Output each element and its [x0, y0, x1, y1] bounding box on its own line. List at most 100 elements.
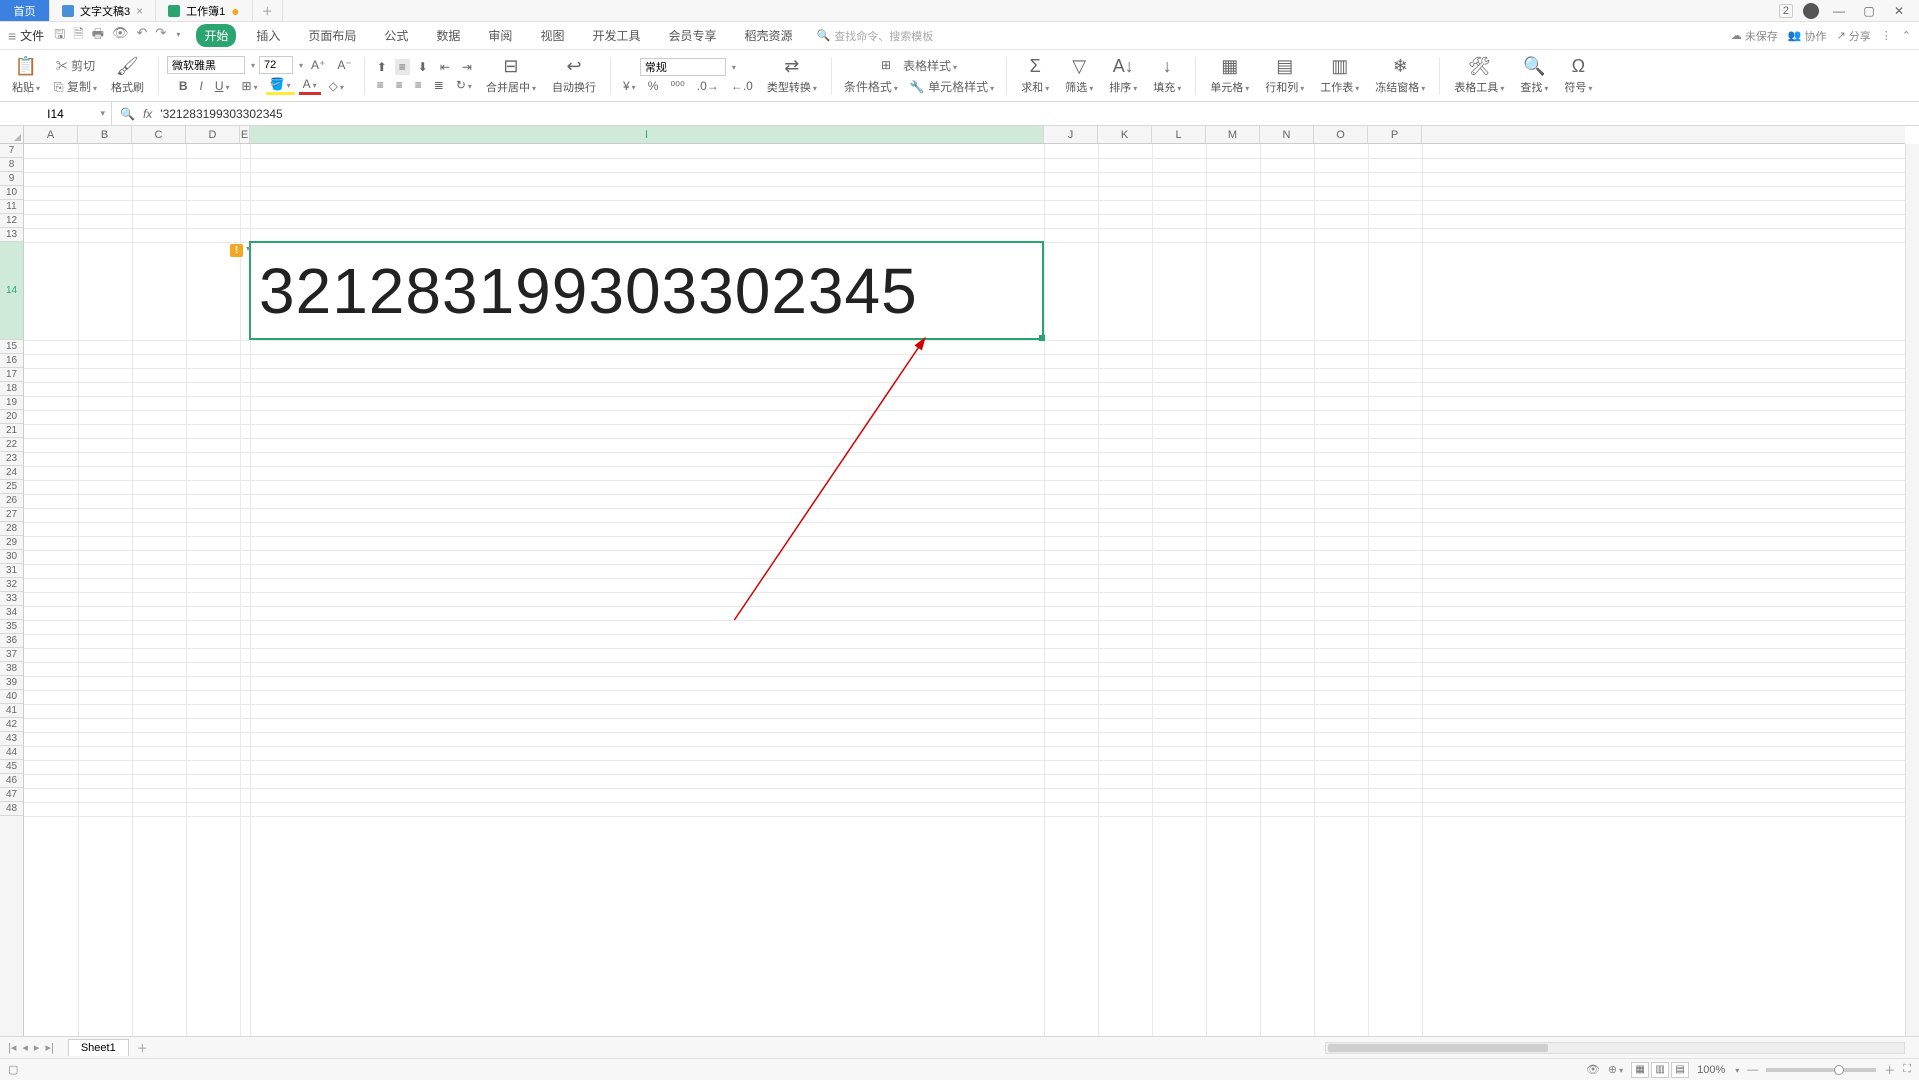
row-header-36[interactable]: 36: [0, 634, 23, 648]
font-name-input[interactable]: [167, 56, 245, 74]
column-header-N[interactable]: N: [1260, 126, 1314, 143]
status-icon[interactable]: ▢: [8, 1063, 18, 1076]
filter-button[interactable]: ▽筛选: [1059, 54, 1099, 97]
cells-area[interactable]: 321283199303302345 ! ▾: [24, 144, 1905, 1036]
decrease-font-icon[interactable]: A⁻: [333, 57, 355, 73]
row-header-40[interactable]: 40: [0, 690, 23, 704]
rowcol-button[interactable]: ▤行和列: [1259, 54, 1310, 97]
tab-insert[interactable]: 插入: [248, 24, 288, 47]
home-tab[interactable]: 首页: [0, 0, 50, 21]
column-header-D[interactable]: D: [186, 126, 240, 143]
border-button[interactable]: ⊞: [238, 78, 262, 94]
close-window-button[interactable]: ✕: [1889, 4, 1909, 18]
zoom-out-button[interactable]: —: [1747, 1064, 1758, 1076]
row-header-13[interactable]: 13: [0, 228, 23, 242]
row-header-14[interactable]: 14: [0, 242, 23, 340]
more-icon[interactable]: ⋮: [1881, 29, 1892, 42]
merge-center-button[interactable]: ⊟合并居中: [480, 54, 542, 97]
row-header-22[interactable]: 22: [0, 438, 23, 452]
row-header-45[interactable]: 45: [0, 760, 23, 774]
align-left-icon[interactable]: ≡: [373, 77, 388, 93]
row-header-28[interactable]: 28: [0, 522, 23, 536]
new-tab-button[interactable]: ＋: [253, 0, 283, 21]
increase-indent-icon[interactable]: ⇥: [458, 59, 476, 75]
row-header-42[interactable]: 42: [0, 718, 23, 732]
zoom-fx-icon[interactable]: 🔍: [120, 107, 135, 121]
column-header-O[interactable]: O: [1314, 126, 1368, 143]
column-header-E[interactable]: E: [240, 126, 250, 143]
cell-button[interactable]: ▦单元格: [1204, 54, 1255, 97]
select-all-corner[interactable]: [0, 126, 24, 144]
tab-view[interactable]: 视图: [532, 24, 572, 47]
zoom-slider-thumb[interactable]: [1834, 1065, 1844, 1075]
selected-cell[interactable]: 321283199303302345: [249, 241, 1044, 340]
row-header-46[interactable]: 46: [0, 774, 23, 788]
column-header-A[interactable]: A: [24, 126, 78, 143]
document-tab-2[interactable]: 工作簿1 ●: [156, 0, 253, 21]
sheet-tab-1[interactable]: Sheet1: [68, 1039, 129, 1056]
zoom-dropdown[interactable]: [1733, 1064, 1739, 1076]
row-header-21[interactable]: 21: [0, 424, 23, 438]
page-layout-view-button[interactable]: ▥: [1651, 1062, 1669, 1078]
row-header-12[interactable]: 12: [0, 214, 23, 228]
formula-input[interactable]: '321283199303302345: [160, 107, 1911, 121]
increase-decimal-icon[interactable]: .0→: [693, 78, 723, 94]
row-header-44[interactable]: 44: [0, 746, 23, 760]
save-as-icon[interactable]: 🗎: [73, 25, 83, 47]
font-name-dropdown[interactable]: [249, 59, 255, 71]
row-headers[interactable]: 7891011121314151617181920212223242526272…: [0, 144, 24, 1036]
name-box[interactable]: I14 ▾: [0, 102, 112, 125]
zoom-slider[interactable]: [1766, 1068, 1876, 1072]
worksheet-button[interactable]: ▥工作表: [1314, 54, 1365, 97]
row-header-24[interactable]: 24: [0, 466, 23, 480]
symbol-button[interactable]: Ω符号: [1558, 54, 1598, 97]
font-size-dropdown[interactable]: [297, 59, 303, 71]
justify-icon[interactable]: ≣: [430, 77, 448, 93]
row-header-20[interactable]: 20: [0, 410, 23, 424]
type-convert-button[interactable]: ⇄类型转换: [761, 54, 823, 97]
number-format-select[interactable]: [640, 58, 726, 76]
row-header-43[interactable]: 43: [0, 732, 23, 746]
redo-icon[interactable]: ↷: [155, 25, 166, 47]
save-icon[interactable]: 🖫: [54, 25, 65, 47]
prev-sheet-icon[interactable]: ◂: [22, 1041, 28, 1054]
row-header-9[interactable]: 9: [0, 172, 23, 186]
row-header-41[interactable]: 41: [0, 704, 23, 718]
file-menu[interactable]: 文件: [20, 27, 44, 44]
column-header-J[interactable]: J: [1044, 126, 1098, 143]
tab-member[interactable]: 会员专享: [660, 24, 724, 47]
horizontal-scrollbar[interactable]: [1325, 1042, 1905, 1054]
align-center-icon[interactable]: ≡: [392, 77, 407, 93]
cut-button[interactable]: ✂ 剪切: [52, 56, 99, 75]
row-header-19[interactable]: 19: [0, 396, 23, 410]
column-header-L[interactable]: L: [1152, 126, 1206, 143]
maximize-button[interactable]: ▢: [1859, 4, 1879, 18]
row-header-7[interactable]: 7: [0, 144, 23, 158]
row-header-10[interactable]: 10: [0, 186, 23, 200]
collab-button[interactable]: 👥协作: [1788, 28, 1827, 44]
column-header-B[interactable]: B: [78, 126, 132, 143]
currency-icon[interactable]: ¥: [619, 78, 640, 94]
bold-button[interactable]: B: [175, 78, 192, 94]
sum-button[interactable]: Σ求和: [1015, 54, 1055, 97]
copy-button[interactable]: ⎘ 复制: [50, 77, 101, 96]
tab-formula[interactable]: 公式: [376, 24, 416, 47]
tab-start[interactable]: 开始: [196, 24, 236, 47]
vertical-scrollbar[interactable]: [1905, 144, 1919, 1036]
increase-font-icon[interactable]: A⁺: [307, 57, 329, 73]
print-icon[interactable]: 🖶: [92, 25, 104, 47]
page-break-view-button[interactable]: ▤: [1671, 1062, 1689, 1078]
tab-resources[interactable]: 稻壳资源: [736, 24, 800, 47]
row-header-35[interactable]: 35: [0, 620, 23, 634]
row-header-27[interactable]: 27: [0, 508, 23, 522]
row-header-15[interactable]: 15: [0, 340, 23, 354]
qat-dropdown[interactable]: [174, 25, 180, 47]
command-search[interactable]: 🔍 查找命令、搜索模板: [817, 28, 934, 44]
fill-handle[interactable]: [1039, 335, 1045, 341]
row-header-32[interactable]: 32: [0, 578, 23, 592]
align-middle-icon[interactable]: ≡: [395, 59, 410, 75]
error-dropdown-icon[interactable]: ▾: [246, 244, 250, 253]
first-sheet-icon[interactable]: |◂: [8, 1041, 16, 1054]
normal-view-button[interactable]: ▦: [1631, 1062, 1649, 1078]
tab-data[interactable]: 数据: [428, 24, 468, 47]
